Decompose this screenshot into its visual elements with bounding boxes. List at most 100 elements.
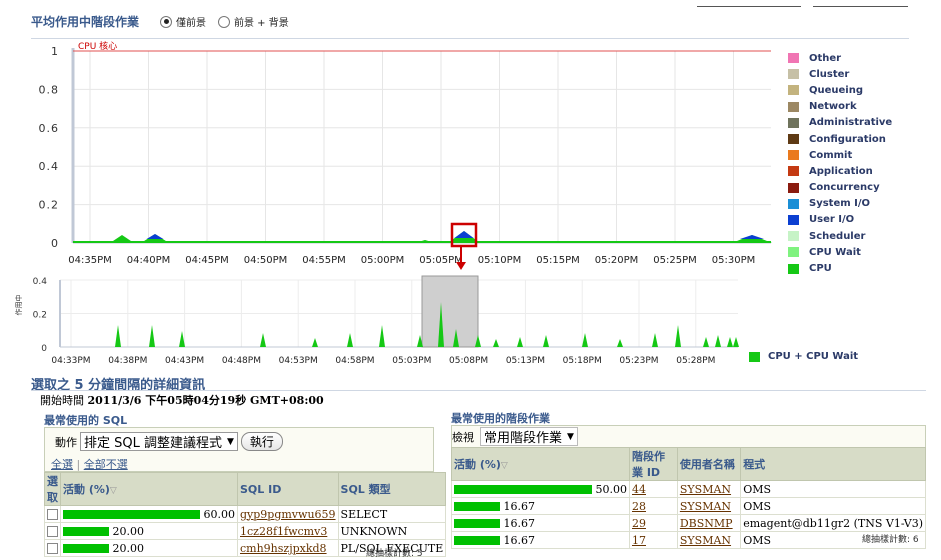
page-title: 平均作用中階段作業 [31, 15, 140, 29]
top-input-underline [813, 6, 908, 7]
legend-swatch [788, 101, 799, 112]
legend-item: Other [788, 50, 892, 66]
activity-cell: 16.67 [451, 531, 630, 549]
cpu-spike [715, 335, 721, 347]
cpu-spike [582, 333, 588, 347]
header-separator [31, 38, 909, 39]
x-tick-label: 05:20PM [595, 255, 638, 266]
x-tick-label: 05:28PM [676, 356, 715, 366]
overview-legend: CPU + CPU Wait [749, 351, 858, 362]
col-header-program[interactable]: 程式 [740, 447, 926, 481]
legend-swatch [788, 117, 799, 128]
legend-label: Network [809, 101, 857, 113]
sql-id-link[interactable]: gyp9pgmvwu659 [240, 508, 336, 521]
row-checkbox[interactable] [47, 509, 58, 520]
row-checkbox[interactable] [47, 526, 58, 537]
col-header-activity[interactable]: 活動 (%)▽ [451, 447, 630, 481]
radio-foreground-background[interactable] [218, 15, 230, 28]
chevron-down-icon: ▼ [227, 436, 234, 447]
sql-id-cell: 1cz28f1fwcmv3 [237, 522, 339, 540]
x-tick-label: 04:45PM [185, 255, 228, 266]
legend-item: Scheduler [788, 228, 892, 244]
x-tick-label: 04:50PM [244, 255, 287, 266]
selection-window[interactable] [421, 275, 479, 348]
cpu-spike [652, 333, 658, 347]
y-tick-label: 0.4 [33, 277, 48, 287]
view-select-value: 常用階段作業 [484, 431, 563, 446]
username-link[interactable]: SYSMAN [680, 500, 731, 513]
col-header-sql-type[interactable]: SQL 類型 [337, 472, 447, 506]
overview-chart: 0.4 0.2 0 作用中 04:33PM 04:38PM 04:43PM 04:48PM 04… [14, 275, 739, 366]
legend-item: Queueing [788, 82, 892, 98]
col-header-username[interactable]: 使用者名稱 [676, 447, 742, 481]
view-select[interactable]: 常用階段作業 ▼ [480, 427, 578, 446]
col-header-activity[interactable]: 活動 (%)▽ [60, 472, 238, 506]
select-none-link[interactable]: 全部不選 [84, 458, 128, 471]
action-label: 動作 [55, 435, 77, 449]
activity-cell: 16.67 [451, 497, 630, 515]
activity-bar [454, 519, 500, 528]
x-tick-label: 04:48PM [222, 356, 261, 366]
username-link[interactable]: SYSMAN [680, 534, 731, 547]
legend-label: Configuration [809, 133, 886, 145]
y-tick-label: 0.6 [39, 122, 60, 135]
legend-label: User I/O [809, 214, 855, 226]
x-tick-label: 04:43PM [165, 356, 204, 366]
table-row: 60.00 gyp9pgmvwu659 SELECT [44, 505, 447, 523]
session-id-link[interactable]: 17 [632, 534, 646, 547]
legend-item: System I/O [788, 196, 892, 212]
session-id-link[interactable]: 44 [632, 483, 646, 496]
legend-item: User I/O [788, 212, 892, 228]
select-all-link[interactable]: 全選 [51, 458, 73, 471]
sql-id-link[interactable]: cmh9hszjpxkd8 [240, 542, 327, 555]
legend-swatch [788, 231, 799, 242]
session-id-link[interactable]: 29 [632, 517, 646, 530]
execute-button[interactable]: 執行 [240, 432, 283, 451]
col-header-sql-id[interactable]: SQL ID [237, 472, 339, 506]
plot-area [73, 48, 771, 243]
view-radio-group: 僅前景 前景 + 背景 [160, 14, 301, 29]
legend-swatch [788, 263, 799, 274]
x-tick-label: 04:38PM [108, 356, 147, 366]
activity-bar [454, 485, 592, 494]
legend-label: CPU [809, 263, 832, 275]
activity-bar [454, 502, 500, 511]
activity-cell: 20.00 [60, 539, 238, 557]
cpu-core-label: CPU 核心 [78, 40, 117, 52]
top-sessions-title: 最常使用的階段作業 [451, 412, 550, 425]
row-checkbox[interactable] [47, 543, 58, 554]
col-header-select: 選取 [44, 472, 61, 506]
select-cell [44, 505, 61, 523]
x-tick-label: 05:03PM [392, 356, 431, 366]
activity-bar [63, 527, 109, 536]
sql-id-link[interactable]: 1cz28f1fwcmv3 [240, 525, 327, 538]
sql-id-cell: cmh9hszjpxkd8 [237, 539, 339, 557]
legend-label: Application [809, 165, 873, 177]
action-select[interactable]: 排定 SQL 調整建議程式 ▼ [80, 432, 238, 451]
activity-value: 20.00 [112, 524, 145, 538]
legend-swatch [788, 134, 799, 145]
legend-item: CPU Wait [788, 244, 892, 260]
session-id-link[interactable]: 28 [632, 500, 646, 513]
username-link[interactable]: DBSNMP [680, 517, 733, 530]
cpu-spike [115, 325, 121, 347]
activity-value: 60.00 [203, 507, 236, 521]
legend-swatch [788, 166, 799, 177]
x-tick-label: 04:35PM [68, 255, 111, 266]
x-tick-label: 04:53PM [279, 356, 318, 366]
legend-label: Queueing [809, 84, 864, 96]
username-link[interactable]: SYSMAN [680, 483, 731, 496]
top-sql-table: 選取 活動 (%)▽ SQL ID SQL 類型 60.00 gyp9pgmvwu… [44, 472, 447, 557]
username-cell: SYSMAN [676, 497, 742, 515]
radio-foreground-only[interactable] [160, 15, 172, 28]
legend-label: Commit [809, 149, 853, 161]
col-header-session-id[interactable]: 階段作業 ID [629, 447, 678, 481]
arrow-head-icon [456, 262, 466, 270]
x-tick-label: 04:58PM [335, 356, 374, 366]
cpu-spike [149, 325, 155, 347]
x-tick-label: 05:25PM [653, 255, 696, 266]
cpu-spike [543, 335, 549, 347]
activity-cell: 60.00 [60, 505, 238, 523]
top-sessions-table: 活動 (%)▽ 階段作業 ID 使用者名稱 程式 50.00 44 SYSMAN OM… [451, 447, 926, 549]
program-cell: emagent@db11gr2 (TNS V1-V3) [740, 514, 926, 532]
